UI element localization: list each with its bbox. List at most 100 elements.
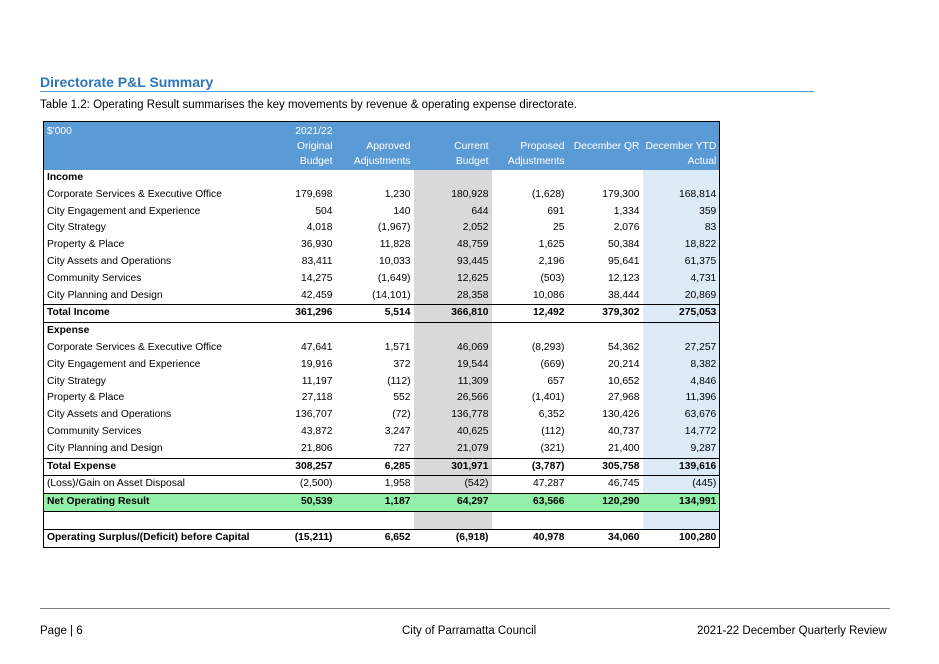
- table-cell: 25: [553, 222, 565, 234]
- table-row: City Planning and Design 42,459 (14,101) 28…: [44, 287, 720, 305]
- table-cell: [491, 511, 568, 530]
- table-cell: 361,296: [282, 304, 336, 324]
- table-cell: 4,731: [642, 270, 720, 288]
- row-label: City Assets and Operations: [47, 255, 172, 267]
- row-label: City Strategy: [47, 222, 106, 234]
- table-cell: 139,616: [642, 457, 720, 477]
- table-cell: 40,978: [491, 528, 568, 548]
- row-label: City Engagement and Experience: [47, 358, 201, 370]
- table-cell: 5,514: [335, 304, 414, 324]
- table-cell: 47,287: [491, 475, 568, 494]
- table-cell: 46,745: [567, 475, 643, 494]
- table-cell: (503): [540, 272, 565, 284]
- row-label: Property & Place: [47, 239, 125, 251]
- total-row: Total Income 361,296 5,514 366,810 12,492 379…: [43, 304, 720, 324]
- table-cell: 46,069: [413, 339, 492, 357]
- table-cell: (542): [413, 475, 492, 494]
- table-cell: 130,426: [602, 409, 640, 421]
- table-cell: 168,814: [642, 186, 720, 204]
- table-cell: 95,641: [608, 255, 640, 267]
- section-row: Expense: [44, 322, 720, 340]
- table-cell: 47,641: [301, 341, 333, 353]
- column-header-line: Budget: [299, 155, 333, 167]
- table-cell: 691: [547, 205, 565, 217]
- table-cell: 63,566: [491, 493, 568, 512]
- column-header-line: 2021/22: [295, 125, 333, 137]
- table-cell: [336, 170, 414, 187]
- row-label: City Assets and Operations: [47, 409, 172, 421]
- row-label: City Planning and Design: [47, 289, 163, 301]
- table-cell: 28,358: [413, 287, 492, 305]
- table-cell: 3,247: [384, 425, 411, 437]
- table-cell: 21,806: [301, 442, 333, 454]
- table-cell: (1,401): [531, 392, 565, 404]
- table-cell: 93,445: [413, 253, 492, 271]
- table-cell: 379,302: [567, 304, 643, 324]
- table-cell: 179,698: [295, 188, 333, 200]
- table-cell: 21,079: [413, 440, 492, 459]
- table-cell: 11,828: [379, 239, 411, 251]
- table-row: Property & Place 27,118 552 26,566 (1,401) 27…: [44, 390, 720, 408]
- row-label: Total Expense: [43, 457, 283, 477]
- table-header-row: $'000 2021/22 Original Budget Approved Adju…: [43, 121, 720, 170]
- table-cell: 83: [642, 220, 720, 238]
- table-row: (Loss)/Gain on Asset Disposal (2,500) 1,95…: [43, 475, 720, 494]
- table-cell: [568, 170, 643, 187]
- column-header: 2021/22 Original Budget: [282, 121, 336, 170]
- column-header: Current Budget: [413, 121, 492, 170]
- column-header-line: $'000: [47, 125, 72, 137]
- table-cell: [567, 511, 643, 530]
- table-cell: 64,297: [413, 493, 492, 512]
- table-cell: 12,123: [608, 272, 640, 284]
- table-row: Corporate Services & Executive Office 47,…: [44, 339, 720, 357]
- table-cell: [282, 511, 336, 530]
- column-header-line: Approved: [366, 140, 411, 152]
- table-cell: 8,382: [642, 356, 720, 374]
- table-cell: 2,052: [413, 220, 492, 238]
- table-cell: 10,033: [379, 255, 411, 267]
- table-cell: 40,737: [608, 425, 640, 437]
- column-header-units: $'000: [43, 121, 283, 170]
- table-row: Property & Place 36,930 11,828 48,759 1,625 5…: [44, 237, 720, 254]
- table-cell: 504: [315, 205, 333, 217]
- table-cell: (112): [387, 375, 411, 387]
- table-cell: 6,285: [335, 457, 414, 477]
- table-cell: (72): [392, 409, 411, 421]
- column-header-line: Actual: [687, 155, 717, 167]
- table-cell: (8,293): [531, 341, 565, 353]
- column-header-line: [417, 124, 489, 139]
- row-label: City Engagement and Experience: [47, 205, 201, 217]
- table-cell: (1,967): [377, 222, 411, 234]
- row-label: Total Income: [43, 304, 283, 324]
- table-cell: 180,928: [413, 186, 492, 204]
- table-cell: [492, 170, 568, 187]
- table-cell: 136,707: [295, 409, 333, 421]
- table-row: City Assets and Operations 83,411 10,033 93…: [44, 253, 720, 271]
- footer-document-title: 2021-22 December Quarterly Review: [697, 625, 887, 637]
- row-label: Property & Place: [47, 392, 125, 404]
- table-cell: [413, 322, 492, 340]
- table-cell: 43,872: [301, 425, 333, 437]
- table-cell: 42,459: [301, 289, 333, 301]
- table-cell: 134,991: [642, 493, 720, 512]
- footer-organisation: City of Parramatta Council: [402, 625, 537, 637]
- row-label: Expense: [47, 325, 90, 337]
- column-header-line: Budget: [455, 155, 489, 167]
- table-cell: 26,566: [413, 390, 492, 408]
- table-cell: 11,197: [301, 375, 333, 387]
- table-cell: 48,759: [413, 237, 492, 254]
- table-cell: 657: [547, 375, 565, 387]
- table-cell: (669): [540, 358, 565, 370]
- table-cell: 120,290: [567, 493, 643, 512]
- table-cell: 34,060: [567, 528, 643, 548]
- table-cell: (2,500): [282, 475, 336, 494]
- table-cell: 366,810: [413, 304, 492, 324]
- table-cell: 83,411: [301, 255, 333, 267]
- table-cell: 27,118: [301, 392, 333, 404]
- column-header-line: December YTD: [645, 140, 717, 152]
- table-cell: 301,971: [413, 457, 492, 477]
- table-cell: (14,101): [372, 289, 411, 301]
- net-operating-row: Net Operating Result 50,539 1,187 64,297 63,…: [43, 493, 720, 512]
- pl-summary-table: $'000 2021/22 Original Budget Approved Adju…: [43, 121, 721, 548]
- table-cell: 63,676: [642, 407, 720, 424]
